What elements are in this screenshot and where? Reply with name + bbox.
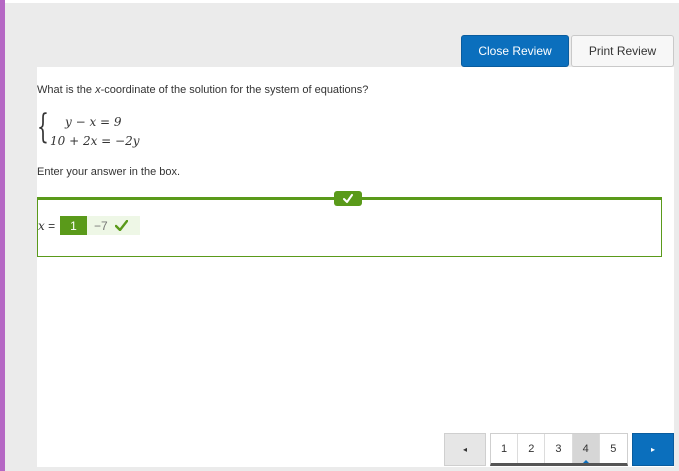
answer-box: x = 1 −7 <box>37 197 662 257</box>
prompt-text-before: What is the <box>37 84 96 96</box>
page-2-button[interactable]: 2 <box>518 434 546 463</box>
correct-answer-value: −7 <box>94 218 108 233</box>
equation-system: { y − x = 9 10 + 2x = −2y <box>37 107 177 149</box>
page-selector: 1 2 3 4 5 <box>490 433 628 466</box>
page-1-button[interactable]: 1 <box>491 434 519 463</box>
top-strip <box>5 0 679 3</box>
next-page-button[interactable]: ▸ <box>632 433 674 466</box>
question-panel: What is the x -coordinate of the solution… <box>37 67 674 467</box>
previous-page-button[interactable]: ◂ <box>444 433 486 466</box>
page-4-button[interactable]: 4 <box>572 434 600 463</box>
answer-label: x = <box>38 219 55 233</box>
prompt-text-after: -coordinate of the solution for the syst… <box>100 84 369 96</box>
correct-status-badge <box>334 191 362 206</box>
checkmark-icon <box>343 194 353 203</box>
correct-answer: −7 <box>87 216 140 235</box>
page-5-button[interactable]: 5 <box>600 434 627 463</box>
answer-label-variable: x <box>38 219 45 233</box>
checkmark-icon <box>114 220 128 231</box>
question-prompt: What is the x-coordinate of the solution… <box>37 84 368 96</box>
left-accent-bar <box>0 0 5 471</box>
answer-instruction: Enter your answer in the box. <box>37 166 181 178</box>
page-3-button[interactable]: 3 <box>545 434 573 463</box>
close-review-button[interactable]: Close Review <box>461 35 569 67</box>
system-brace: { <box>37 107 49 147</box>
equation-2: 10 + 2x = −2y <box>50 134 140 148</box>
print-review-button[interactable]: Print Review <box>571 35 674 67</box>
submitted-answer: 1 <box>60 216 87 235</box>
equation-1: y − x = 9 <box>65 115 122 129</box>
answer-label-equals: = <box>44 219 56 233</box>
